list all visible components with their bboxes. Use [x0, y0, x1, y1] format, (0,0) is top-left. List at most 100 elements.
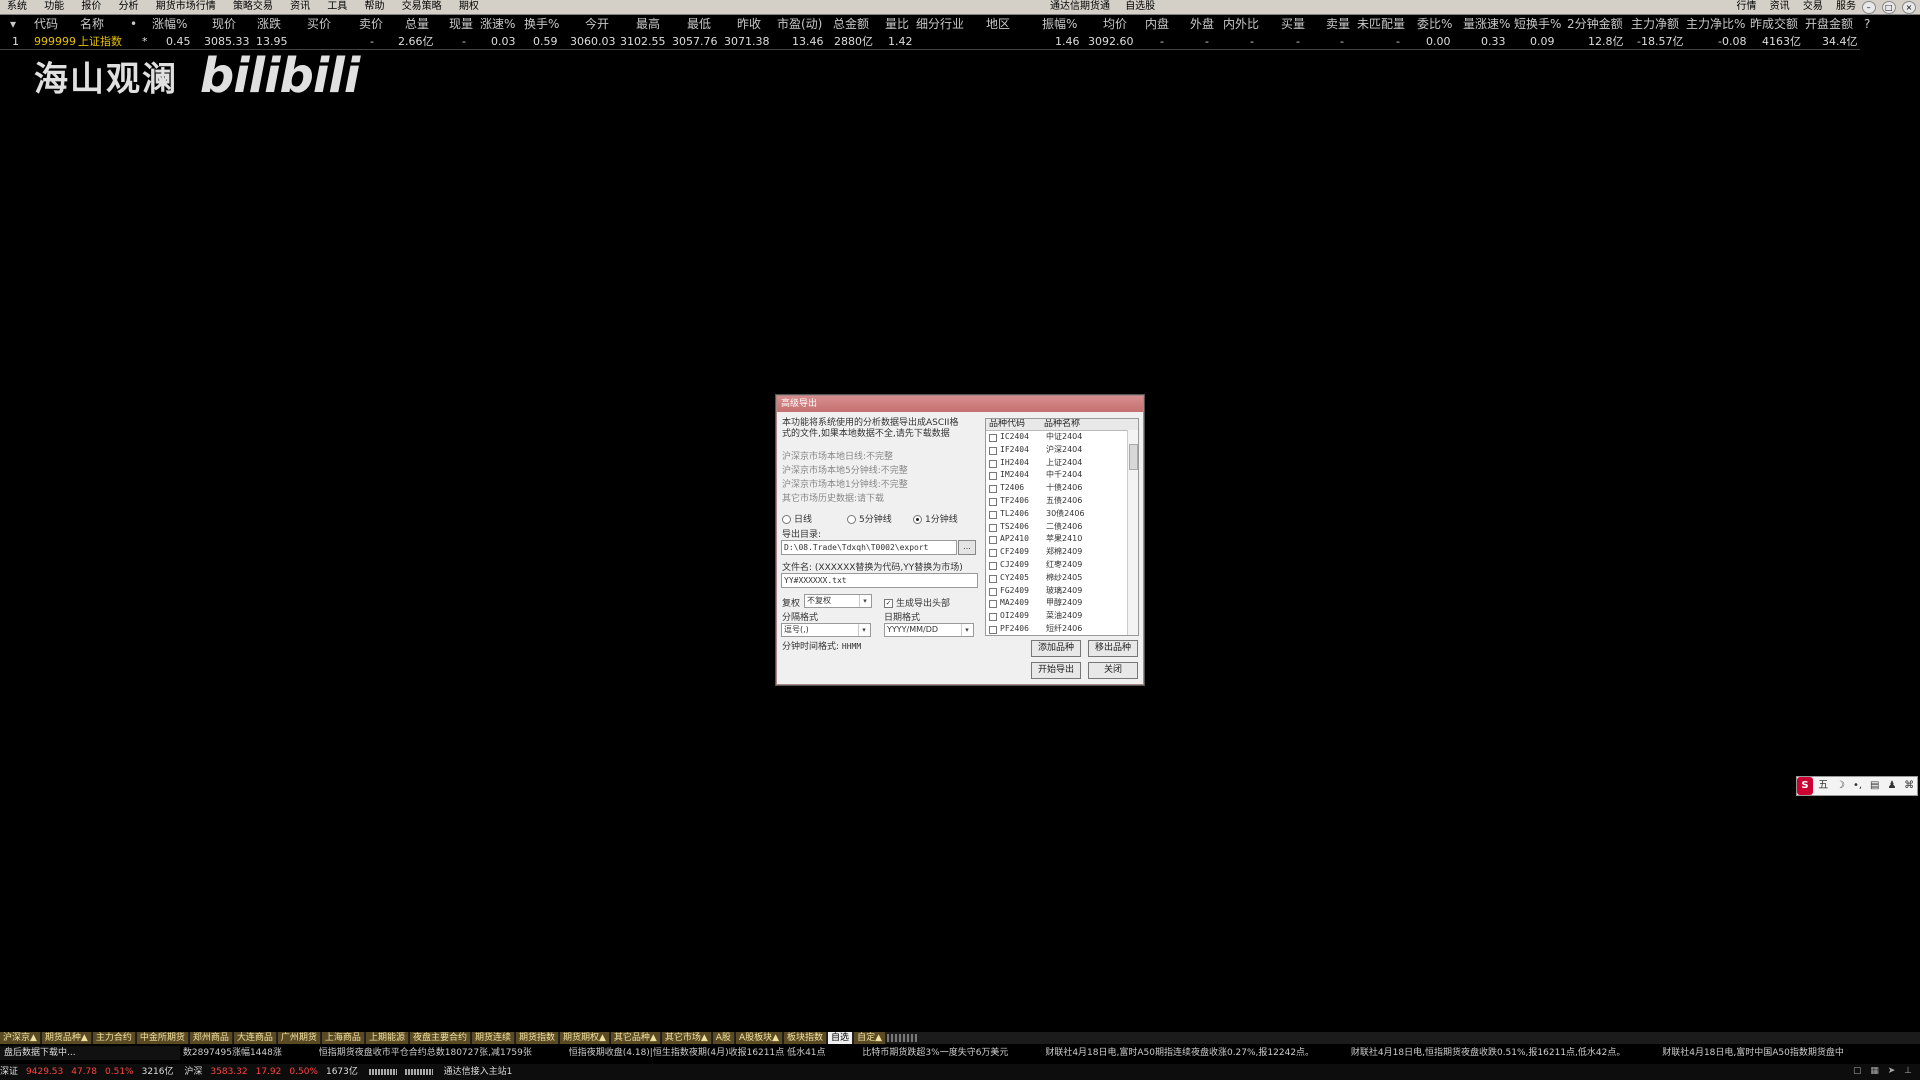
radio-daily-dot[interactable]	[782, 515, 791, 524]
sz-index-name[interactable]: 深证	[0, 1067, 18, 1077]
menu-tools[interactable]: 工具	[320, 0, 354, 14]
col-commit-ratio[interactable]: 委比%	[1417, 16, 1452, 32]
col-io-ratio[interactable]: 内外比	[1223, 16, 1259, 32]
menu-help[interactable]: 帮助	[358, 0, 392, 14]
col-code[interactable]: 代码	[34, 16, 58, 32]
tab-market[interactable]: 大连商品	[233, 1032, 277, 1044]
tab-market[interactable]: 郑州商品	[189, 1032, 233, 1044]
radio-daily[interactable]: 日线	[782, 512, 812, 525]
col-vol-speed[interactable]: 量涨速%	[1463, 16, 1510, 32]
tab-market[interactable]: 中金所期货	[136, 1032, 189, 1044]
tab-market[interactable]: 期货期权▲	[560, 1032, 610, 1044]
col-change-pct[interactable]: 涨幅%	[152, 16, 187, 32]
list-header-name[interactable]: 品种名称	[1044, 419, 1080, 430]
scroll-thumb[interactable]	[1129, 444, 1138, 470]
header-checkbox[interactable]: ✓ 生成导出头部	[884, 596, 950, 609]
col-amount[interactable]: 总金额	[833, 16, 869, 32]
grid-icon[interactable]: ▦	[1870, 1066, 1879, 1076]
col-unmatched[interactable]: 未匹配量	[1357, 16, 1405, 32]
list-item[interactable]: TF2406 五债2406	[986, 495, 1138, 508]
minimize-icon[interactable]: –	[1861, 1, 1876, 14]
col-region[interactable]: 地区	[986, 16, 1010, 32]
tab-market[interactable]: A股	[712, 1032, 735, 1044]
list-item[interactable]: FG2409 玻璃2409	[986, 585, 1138, 598]
row-checkbox[interactable]	[989, 472, 997, 481]
export-dir-field[interactable]: D:\08.Trade\Tdxqh\T0002\export	[781, 540, 957, 555]
row-checkbox[interactable]	[989, 600, 997, 609]
tab-market[interactable]: 期货品种▲	[41, 1032, 92, 1044]
col-change[interactable]: 涨跌	[257, 16, 281, 32]
row-checkbox[interactable]	[989, 459, 997, 468]
menu-system[interactable]: 系统	[0, 0, 34, 14]
sort-arrow-icon[interactable]: ▾	[10, 16, 16, 32]
keyboard-icon[interactable]: ▤	[1868, 777, 1882, 795]
col-turnover[interactable]: 换手%	[524, 16, 559, 32]
row-checkbox[interactable]	[989, 587, 997, 596]
col-cur-vol[interactable]: 现量	[449, 16, 473, 32]
col-low[interactable]: 最低	[687, 16, 711, 32]
filename-field[interactable]: YY#XXXXXX.txt	[781, 573, 978, 588]
tab-market[interactable]: 主力合约	[92, 1032, 136, 1044]
col-buy-vol[interactable]: 买量	[1281, 16, 1305, 32]
menu-quote[interactable]: 报价	[74, 0, 108, 14]
menu-trade-strategy[interactable]: 交易策略	[395, 0, 449, 14]
tab-market[interactable]: 上海商品	[321, 1032, 365, 1044]
news-item[interactable]: 恒指夜期收盘(4.18)|恒生指数夜期(4月)收报16211点 低水41点	[569, 1046, 826, 1060]
tab-market[interactable]: 期货连续	[471, 1032, 515, 1044]
tab-market[interactable]: 广州期货	[277, 1032, 321, 1044]
row-checkbox[interactable]	[989, 523, 997, 532]
row-checkbox[interactable]	[989, 446, 997, 455]
list-item[interactable]: IC2404 中证2404	[986, 431, 1138, 444]
list-item[interactable]: AP2410 苹果2410	[986, 533, 1138, 546]
col-short-turnover[interactable]: 短换手%	[1514, 16, 1561, 32]
col-industry[interactable]: 细分行业	[916, 16, 964, 32]
tab-market[interactable]: 自定▲	[854, 1032, 886, 1044]
list-item[interactable]: IM2404 中千2404	[986, 469, 1138, 482]
row-checkbox[interactable]	[989, 510, 997, 519]
list-item[interactable]: CJ2409 红枣2409	[986, 559, 1138, 572]
col-flag[interactable]: •	[130, 16, 137, 32]
row-checkbox[interactable]	[989, 536, 997, 545]
col-volume[interactable]: 总量	[405, 16, 429, 32]
list-item[interactable]: MA2409 甲醇2409	[986, 597, 1138, 610]
start-export-button[interactable]: 开始导出	[1031, 662, 1081, 679]
wubi-icon[interactable]: 五	[1816, 777, 1830, 795]
tab-scroll-grip[interactable]	[886, 1033, 917, 1042]
arrow-icon[interactable]: ➤	[1888, 1066, 1896, 1076]
news-item[interactable]: 财联社4月18日电,富时中国A50指数期货盘中	[1662, 1046, 1844, 1060]
list-header-code[interactable]: 品种代码	[989, 419, 1025, 430]
col-ask[interactable]: 卖价	[359, 16, 383, 32]
col-sell-vol[interactable]: 卖量	[1326, 16, 1350, 32]
radio-1min[interactable]: 1分钟线	[913, 512, 958, 525]
dialog-title[interactable]: 高级导出	[777, 396, 1143, 412]
list-item[interactable]: IH2404 上证2404	[986, 457, 1138, 470]
list-item[interactable]: OI2409 菜油2409	[986, 610, 1138, 623]
col-pe[interactable]: 市盈(动)	[777, 16, 822, 32]
col-prev-close[interactable]: 昨收	[737, 16, 761, 32]
col-vol-ratio[interactable]: 量比	[885, 16, 909, 32]
news-item[interactable]: 比特币期货跌超3%一度失守6万美元	[862, 1046, 1008, 1060]
radio-1min-dot[interactable]	[913, 515, 922, 524]
list-item[interactable]: CF2409 郑棉2409	[986, 546, 1138, 559]
tab-market[interactable]: A股板块▲	[735, 1032, 784, 1044]
browse-button[interactable]: ...	[958, 540, 976, 555]
col-amplitude[interactable]: 振幅%	[1042, 16, 1077, 32]
tab-market[interactable]: 板块指数	[784, 1032, 828, 1044]
help-icon[interactable]: ?	[1864, 16, 1870, 32]
col-main-net-ratio[interactable]: 主力净比%	[1686, 16, 1745, 32]
add-product-button[interactable]: 添加品种	[1031, 640, 1081, 657]
menu-futures-market[interactable]: 期货市场行情	[149, 0, 223, 14]
hs-index-name[interactable]: 沪深	[184, 1067, 202, 1077]
tab-market[interactable]: 夜盘主要合约	[409, 1032, 471, 1044]
row-checkbox[interactable]	[989, 434, 997, 442]
row-checkbox[interactable]	[989, 625, 997, 634]
list-scrollbar[interactable]	[1127, 430, 1138, 635]
fq-select[interactable]: 不复权 ▾	[804, 594, 872, 608]
news-item[interactable]: 恒指期货夜盘收市平仓合约总数180727张,减1759张	[319, 1046, 532, 1060]
list-item[interactable]: IF2404 沪深2404	[986, 444, 1138, 457]
layout-icon[interactable]: ▢	[1853, 1066, 1862, 1076]
settings-icon[interactable]: ⌘	[1902, 777, 1916, 795]
row-checkbox[interactable]	[989, 574, 997, 583]
header-checkbox-box[interactable]: ✓	[884, 599, 893, 608]
ime-toolbar[interactable]: S 五 ☽ •, ▤ ♟ ⌘	[1796, 776, 1918, 796]
